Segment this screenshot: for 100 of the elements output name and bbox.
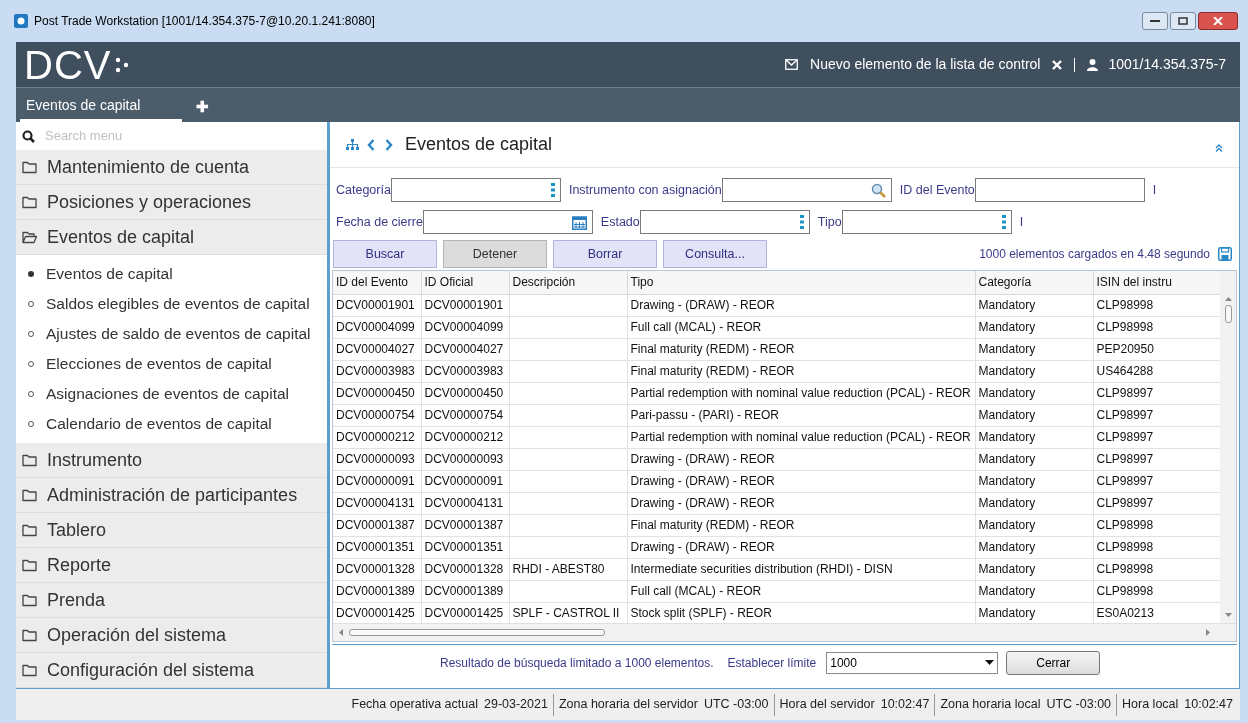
- table-cell: DCV00000093: [421, 448, 509, 470]
- close-icon[interactable]: [1052, 59, 1063, 70]
- input-field[interactable]: [841, 210, 1012, 234]
- collapse-icon[interactable]: [1215, 143, 1223, 152]
- maximize-button[interactable]: [1170, 12, 1196, 30]
- table-cell: Mandatory: [975, 294, 1093, 316]
- table-cell: Drawing - (DRAW) - REOR: [627, 492, 975, 514]
- add-tab-button[interactable]: ✚: [196, 92, 209, 122]
- dropdown-caret-icon: [985, 660, 995, 665]
- status-label: Zona horaria del servidor: [558, 696, 698, 714]
- scroll-right-icon[interactable]: [1206, 629, 1210, 636]
- maximize-icon: [1178, 17, 1188, 25]
- limit-note: Resultado de búsqueda limitado a 1000 elementos.: [440, 654, 714, 672]
- column-header[interactable]: ID del Evento: [333, 271, 421, 294]
- table-cell: Mandatory: [975, 360, 1093, 382]
- table-cell: Mandatory: [975, 536, 1093, 558]
- limit-label: Establecer límite: [727, 654, 817, 672]
- menu-item[interactable]: Reporte: [16, 548, 327, 583]
- scroll-left-icon[interactable]: [339, 629, 343, 636]
- magnifier-icon: [870, 182, 886, 198]
- table-cell: DCV00003983: [421, 360, 509, 382]
- table-cell: Partial redemption with nominal value reduction (PCAL) - REOR: [627, 426, 975, 448]
- close-button[interactable]: [1198, 12, 1238, 30]
- submenu-item[interactable]: Elecciones de eventos de capital: [16, 349, 327, 379]
- table-cell: DCV00001328: [421, 558, 509, 580]
- table-cell: RHDI - ABEST80: [509, 558, 627, 580]
- submenu-item[interactable]: Eventos de capital: [16, 259, 327, 289]
- menu-item[interactable]: Mantenimiento de cuenta: [16, 150, 327, 185]
- search-bar[interactable]: Search menu: [16, 122, 327, 150]
- column-header[interactable]: Tipo: [627, 271, 975, 294]
- table-cell: Mandatory: [975, 580, 1093, 602]
- column-header[interactable]: ID Oficial: [421, 271, 509, 294]
- table-cell: DCV00001387: [333, 514, 421, 536]
- action-button[interactable]: Borrar: [553, 240, 657, 268]
- list-icon: [1001, 215, 1006, 229]
- minimize-button[interactable]: [1142, 12, 1168, 30]
- status-label: Zona horaria local: [940, 696, 1041, 714]
- table-cell: DCV00001387: [421, 514, 509, 536]
- limit-dropdown[interactable]: 1000: [826, 651, 999, 674]
- input-field[interactable]: [422, 210, 593, 234]
- sitemap-icon[interactable]: [346, 139, 359, 150]
- table-cell: Full call (MCAL) - REOR: [627, 580, 975, 602]
- field-label: Fecha de cierre: [336, 213, 423, 231]
- column-header[interactable]: Categoría: [975, 271, 1093, 294]
- input-field[interactable]: [974, 178, 1145, 202]
- input-field[interactable]: [721, 178, 892, 202]
- table-cell: DCV00004131: [333, 492, 421, 514]
- table-cell: DCV00003983: [333, 360, 421, 382]
- notification-link[interactable]: Nuevo elemento de la lista de control: [810, 54, 1041, 75]
- table-cell: Mandatory: [975, 338, 1093, 360]
- field-label: Tipo: [817, 213, 842, 231]
- table-cell: Mandatory: [975, 492, 1093, 514]
- input-field[interactable]: [390, 178, 561, 202]
- menu-item[interactable]: Operación del sistema: [16, 618, 327, 653]
- table-cell: Mandatory: [975, 404, 1093, 426]
- table-cell: Partial redemption with nominal value reduction (PCAL) - REOR: [627, 382, 975, 404]
- user-icon: [1087, 58, 1099, 71]
- menu-item[interactable]: Prenda: [16, 583, 327, 618]
- scrollbar-thumb[interactable]: [349, 629, 605, 636]
- scrollbar-thumb[interactable]: [1224, 305, 1232, 323]
- field-label: I: [1152, 181, 1157, 199]
- menu-item[interactable]: Administración de participantes: [16, 478, 327, 513]
- column-header[interactable]: Descripción: [509, 271, 627, 294]
- scroll-up-icon[interactable]: [1224, 297, 1232, 301]
- menu-item[interactable]: Tablero: [16, 513, 327, 548]
- table-cell: DCV00000450: [333, 382, 421, 404]
- menu-item[interactable]: Instrumento: [16, 443, 327, 478]
- table-cell: Drawing - (DRAW) - REOR: [627, 536, 975, 558]
- submenu-item[interactable]: Ajustes de saldo de eventos de capital: [16, 319, 327, 349]
- submenu-item[interactable]: Saldos elegibles de eventos de capital: [16, 289, 327, 319]
- table-cell: Mandatory: [975, 382, 1093, 404]
- input-field[interactable]: [639, 210, 810, 234]
- table-cell: DCV00000212: [421, 426, 509, 448]
- search-icon: [22, 129, 35, 143]
- save-icon[interactable]: [1218, 247, 1232, 261]
- table-cell: DCV00001901: [421, 294, 509, 316]
- status-value: UTC -03:00: [703, 696, 769, 714]
- calendar-icon: [571, 214, 587, 230]
- close-button[interactable]: Cerrar: [1006, 650, 1101, 675]
- field-label: Categoría: [336, 181, 391, 199]
- table-cell: DCV00000754: [333, 404, 421, 426]
- horizontal-scrollbar[interactable]: [333, 623, 1236, 641]
- field-label: I: [1019, 213, 1024, 231]
- field-label: ID del Evento: [899, 181, 975, 199]
- app-icon: [14, 14, 28, 28]
- table-cell: Final maturity (REDM) - REOR: [627, 514, 975, 536]
- logo-dots-icon: [115, 56, 130, 73]
- table-cell: DCV00004131: [421, 492, 509, 514]
- submenu-item[interactable]: Asignaciones de eventos de capital: [16, 379, 327, 409]
- submenu-item[interactable]: Calendario de eventos de capital: [16, 409, 327, 439]
- vertical-scrollbar[interactable]: [1220, 271, 1236, 623]
- menu-item[interactable]: Posiciones y operaciones: [16, 185, 327, 220]
- minimize-icon: [1150, 19, 1160, 23]
- search-field[interactable]: Search menu: [45, 126, 285, 146]
- scroll-down-icon[interactable]: [1224, 613, 1232, 617]
- action-button[interactable]: Buscar: [333, 240, 437, 268]
- user-id: 1001/14.354.375-7: [1108, 55, 1226, 74]
- action-button[interactable]: Consulta...: [663, 240, 767, 268]
- table-cell: DCV00000754: [421, 404, 509, 426]
- table-cell: DCV00001328: [333, 558, 421, 580]
